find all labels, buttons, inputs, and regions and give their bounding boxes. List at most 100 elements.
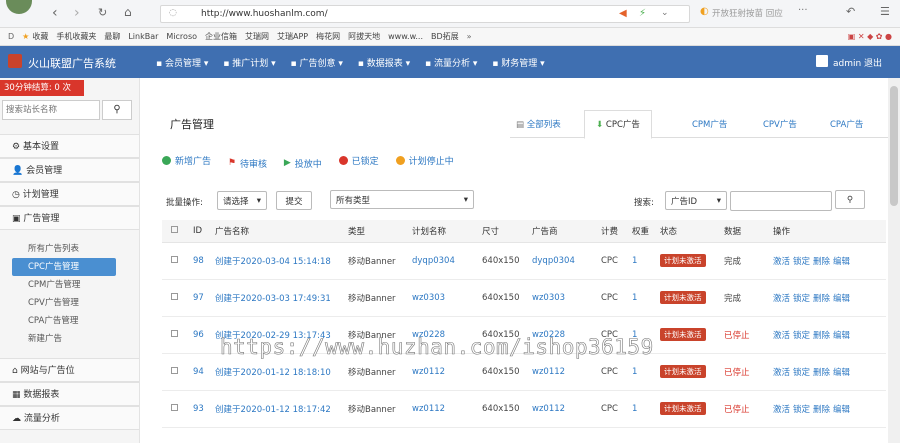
lock-link[interactable]: 锁定 xyxy=(793,294,810,304)
bookmark-item[interactable]: 企业信箱 xyxy=(205,31,237,42)
ad-name[interactable]: 创建于2020-03-04 15:14:18 xyxy=(215,242,348,280)
delete-link[interactable]: 删除 xyxy=(813,257,830,267)
pending-link[interactable]: ⚑ 待审核 xyxy=(228,157,267,170)
sidebar-item-cpc[interactable]: CPC广告管理 xyxy=(12,258,116,276)
batch-select[interactable]: 请选择 ▾ xyxy=(217,191,267,210)
nav-item[interactable]: ▪ 推广计划 ▾ xyxy=(223,56,275,69)
ad-name[interactable]: 创建于2020-01-12 18:17:42 xyxy=(215,390,348,428)
bookmark-item[interactable]: Microso xyxy=(166,32,197,41)
type-select[interactable]: 所有类型 ▾ xyxy=(330,190,474,209)
sidebar-item-cpa[interactable]: CPA广告管理 xyxy=(0,312,139,330)
back-icon[interactable]: ‹ xyxy=(52,5,58,21)
sidebar-item-new-ad[interactable]: 新建广告 xyxy=(0,330,139,348)
bookmark-item[interactable]: 手机收藏夹 xyxy=(56,31,96,42)
lock-link[interactable]: 锁定 xyxy=(793,331,810,341)
search-input[interactable] xyxy=(730,191,832,211)
delete-link[interactable]: 删除 xyxy=(813,368,830,378)
locked-link[interactable]: 已锁定 xyxy=(338,154,379,167)
scrollbar[interactable] xyxy=(888,78,900,443)
lock-link[interactable]: 锁定 xyxy=(793,405,810,415)
bookmark-item[interactable]: 收藏 xyxy=(32,31,48,42)
edit-link[interactable]: 编辑 xyxy=(833,405,850,415)
scrollbar-thumb[interactable] xyxy=(890,86,898,206)
lock-link[interactable]: 锁定 xyxy=(793,368,810,378)
undo-icon[interactable]: ↶ xyxy=(846,5,855,18)
tab-cpm[interactable]: CPM广告 xyxy=(692,118,727,130)
tab-cpc[interactable]: ⬇ CPC广告 xyxy=(584,110,652,139)
bookmark-item[interactable]: 艾瑞网 xyxy=(245,31,269,42)
address-bar[interactable]: ◌ http://www.huoshanlm.com/ ◀ ⚡ ⌄ xyxy=(160,5,690,23)
refresh-icon[interactable]: ↻ xyxy=(98,6,107,19)
sidebar-section[interactable]: 👤 会员管理 xyxy=(0,158,139,182)
stopped-link[interactable]: 计划停止中 xyxy=(395,154,454,167)
delete-link[interactable]: 删除 xyxy=(813,405,830,415)
app-logo[interactable]: 火山联盟广告系统 xyxy=(28,55,116,71)
bookmark-item[interactable]: 艾瑞APP xyxy=(277,31,308,42)
activate-link[interactable]: 激活 xyxy=(773,331,790,341)
browser-search-icon[interactable]: ◐ xyxy=(700,6,709,17)
site-search-button[interactable]: ⚲ xyxy=(102,100,132,120)
search-field-select[interactable]: 广告ID ▾ xyxy=(665,191,727,210)
sidebar-section[interactable]: ▣ 广告管理 xyxy=(0,206,139,230)
nav-item[interactable]: ▪ 会员管理 ▾ xyxy=(156,56,208,69)
tab-cpv[interactable]: CPV广告 xyxy=(763,118,797,130)
activate-link[interactable]: 激活 xyxy=(773,294,790,304)
activate-link[interactable]: 激活 xyxy=(773,405,790,415)
tab-cpa[interactable]: CPA广告 xyxy=(830,118,863,130)
select-all-checkbox[interactable] xyxy=(162,220,193,243)
dropdown-icon[interactable]: ⌄ xyxy=(661,8,669,18)
bookmark-item[interactable]: www.w... xyxy=(388,32,423,41)
row-checkbox[interactable] xyxy=(162,242,193,280)
ad-plan[interactable]: wz0303 xyxy=(412,279,482,317)
nav-item[interactable]: ▪ 财务管理 ▾ xyxy=(492,56,544,69)
nav-item[interactable]: ▪ 流量分析 ▾ xyxy=(425,56,477,69)
site-search-input[interactable] xyxy=(2,100,100,120)
active-link[interactable]: ▶ 投放中 xyxy=(284,157,322,170)
ad-name[interactable]: 创建于2020-03-03 17:49:31 xyxy=(215,279,348,317)
sidebar-section[interactable]: ◷ 计划管理 xyxy=(0,182,139,206)
sidebar-section[interactable]: ⚙ 基本设置 xyxy=(0,134,139,158)
ad-advertiser[interactable]: wz0303 xyxy=(532,279,601,317)
ad-advertiser[interactable]: dyqp0304 xyxy=(532,242,601,280)
extension-icons[interactable]: ▣ ✕ ◆ ✿ ● xyxy=(848,32,892,41)
activate-link[interactable]: 激活 xyxy=(773,257,790,267)
edit-link[interactable]: 编辑 xyxy=(833,294,850,304)
nav-item[interactable]: ▪ 广告创意 ▾ xyxy=(291,56,343,69)
sidebar-item-all-ads[interactable]: 所有广告列表 xyxy=(0,240,139,258)
nav-item[interactable]: ▪ 数据报表 ▾ xyxy=(358,56,410,69)
menu-icon[interactable]: ☰ xyxy=(880,5,890,18)
delete-link[interactable]: 删除 xyxy=(813,331,830,341)
delete-link[interactable]: 删除 xyxy=(813,294,830,304)
more-icon[interactable]: ··· xyxy=(798,5,808,16)
home-icon[interactable]: ⌂ xyxy=(124,5,132,19)
lock-link[interactable]: 锁定 xyxy=(793,257,810,267)
sidebar-item-cpm[interactable]: CPM广告管理 xyxy=(0,276,139,294)
row-checkbox[interactable] xyxy=(162,353,193,391)
ad-advertiser[interactable]: wz0112 xyxy=(532,390,601,428)
edit-link[interactable]: 编辑 xyxy=(833,368,850,378)
sidebar-section[interactable]: ⌂ 网站与广告位 xyxy=(0,358,139,382)
forward-icon[interactable]: › xyxy=(74,5,80,21)
sidebar-item-cpv[interactable]: CPV广告管理 xyxy=(0,294,139,312)
user-logout[interactable]: admin 退出 xyxy=(833,56,882,69)
add-ad-link[interactable]: 新增广告 xyxy=(162,154,211,167)
search-button[interactable]: ⚲ xyxy=(835,190,865,209)
tab-all[interactable]: ▤ 全部列表 xyxy=(516,118,561,130)
submit-button[interactable]: 提交 xyxy=(276,191,312,210)
sidebar-section[interactable]: ☁ 流量分析 xyxy=(0,406,139,430)
row-checkbox[interactable] xyxy=(162,279,193,317)
row-checkbox[interactable] xyxy=(162,316,193,354)
ad-plan[interactable]: dyqp0304 xyxy=(412,242,482,280)
share-icon[interactable]: ◀ xyxy=(619,8,627,19)
bookmark-toggle-icon[interactable]: D xyxy=(8,32,14,41)
activate-link[interactable]: 激活 xyxy=(773,368,790,378)
lightning-icon[interactable]: ⚡ xyxy=(639,8,646,19)
col-id[interactable]: ID xyxy=(193,220,215,243)
edit-link[interactable]: 编辑 xyxy=(833,257,850,267)
row-checkbox[interactable] xyxy=(162,390,193,428)
bookmark-item[interactable]: 最聊 xyxy=(104,31,120,42)
ad-plan[interactable]: wz0112 xyxy=(412,390,482,428)
edit-link[interactable]: 编辑 xyxy=(833,331,850,341)
browser-search-hint[interactable]: 开放狂射按苗 回应 xyxy=(712,7,783,19)
avatar[interactable] xyxy=(6,0,32,14)
